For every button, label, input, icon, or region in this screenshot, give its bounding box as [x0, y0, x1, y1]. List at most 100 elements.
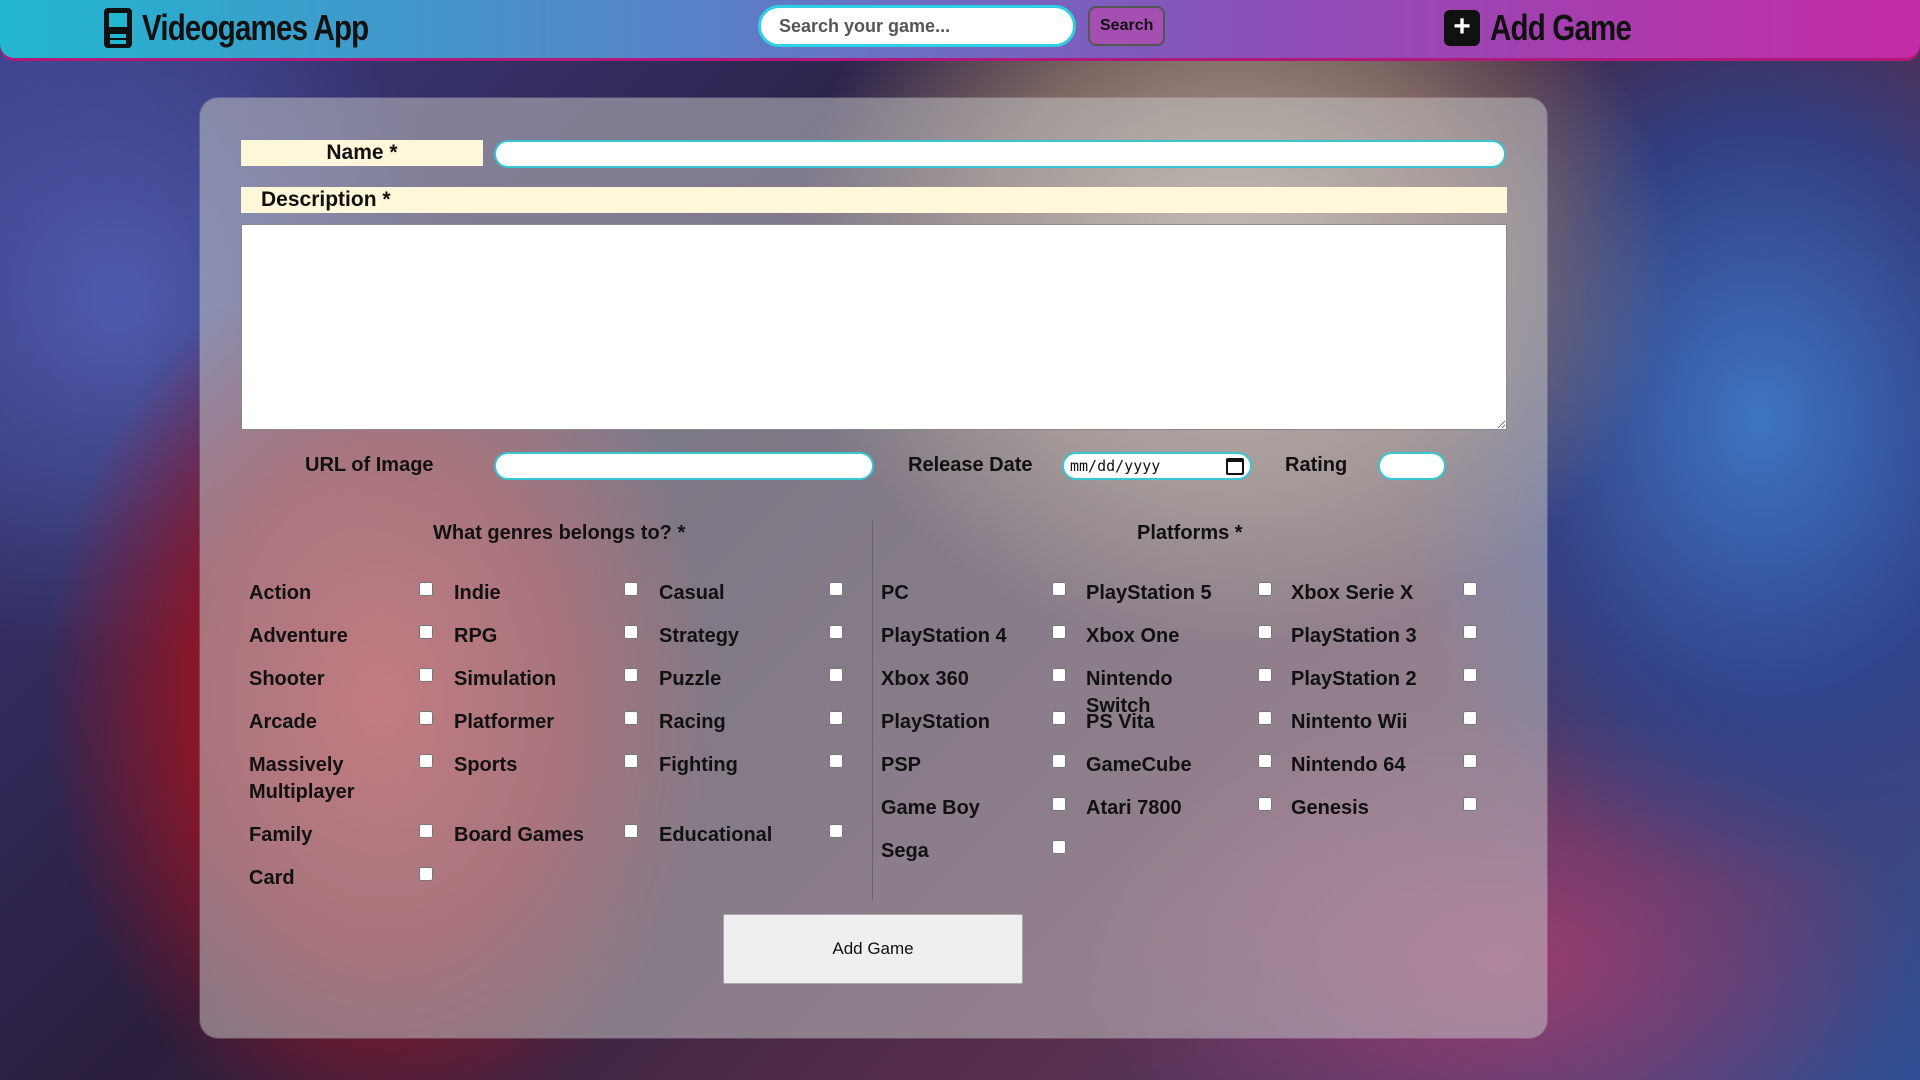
platform-checkbox[interactable] [1258, 754, 1272, 768]
date-placeholder: mm/dd/yyyy [1070, 457, 1161, 475]
url-image-input[interactable] [494, 452, 874, 480]
section-divider [872, 520, 873, 900]
genre-label: Adventure [249, 625, 348, 647]
genre-checkbox[interactable] [419, 824, 433, 838]
genre-checkbox[interactable] [624, 625, 638, 639]
platform-checkbox[interactable] [1258, 711, 1272, 725]
genre-checkbox[interactable] [624, 582, 638, 596]
platform-checkbox[interactable] [1052, 797, 1066, 811]
release-date-label: Release Date [908, 454, 1033, 476]
genre-checkbox[interactable] [829, 668, 843, 682]
genre-checkbox[interactable] [829, 824, 843, 838]
platform-checkbox[interactable] [1052, 668, 1066, 682]
platform-checkbox[interactable] [1463, 582, 1477, 596]
genre-label: Sports [454, 754, 518, 776]
genre-label: Strategy [659, 625, 740, 647]
platform-label: PlayStation 5 [1086, 582, 1212, 604]
add-game-nav-label[interactable]: Add Game [1490, 7, 1632, 49]
genre-checkbox[interactable] [419, 625, 433, 639]
genre-label: Indie [454, 582, 501, 604]
genre-label: Casual [659, 582, 725, 604]
genre-checkbox[interactable] [419, 711, 433, 725]
platform-checkbox[interactable] [1052, 582, 1066, 596]
platform-label: Atari 7800 [1086, 797, 1182, 819]
genre-label: Massively Multiplayer [249, 754, 355, 803]
genre-label: Board Games [454, 824, 585, 846]
genre-checkbox[interactable] [624, 824, 638, 838]
platform-checkbox[interactable] [1463, 797, 1477, 811]
genres-title: What genres belongs to? * [433, 522, 686, 544]
add-game-submit-button[interactable]: Add Game [723, 914, 1023, 984]
platform-checkbox[interactable] [1052, 840, 1066, 854]
genre-label: Shooter [249, 668, 325, 690]
platform-label: PlayStation [881, 711, 990, 733]
platform-label: Xbox 360 [881, 668, 969, 690]
genre-checkbox[interactable] [829, 711, 843, 725]
genre-label: Simulation [454, 668, 557, 690]
platform-label: Xbox Serie X [1291, 582, 1414, 604]
genre-checkbox[interactable] [419, 582, 433, 596]
brand[interactable]: Videogames App [104, 4, 418, 52]
genre-checkbox[interactable] [419, 754, 433, 768]
platform-checkbox[interactable] [1463, 711, 1477, 725]
navbar: Videogames App Search + Add Game [0, 0, 1920, 58]
platform-checkbox[interactable] [1258, 797, 1272, 811]
genre-label: Family [249, 824, 313, 846]
genre-label: Arcade [249, 711, 317, 733]
plus-icon: + [1444, 10, 1480, 46]
genre-label: Educational [659, 824, 773, 846]
genre-checkbox[interactable] [419, 668, 433, 682]
platform-checkbox[interactable] [1463, 754, 1477, 768]
release-date-input[interactable]: mm/dd/yyyy [1062, 452, 1252, 480]
brand-title[interactable]: Videogames App [142, 7, 369, 49]
calendar-icon[interactable] [1226, 458, 1244, 475]
rating-input[interactable] [1378, 452, 1446, 480]
add-game-nav-link[interactable]: + Add Game [1444, 4, 1662, 52]
name-label: Name * [241, 140, 483, 166]
platform-label: PSP [881, 754, 922, 776]
platform-checkbox[interactable] [1463, 625, 1477, 639]
genre-checkbox[interactable] [419, 867, 433, 881]
genre-label: Platformer [454, 711, 555, 733]
platform-label: Sega [881, 840, 929, 862]
platform-checkbox[interactable] [1052, 625, 1066, 639]
platform-label: PlayStation 2 [1291, 668, 1417, 690]
platform-checkbox[interactable] [1052, 754, 1066, 768]
genre-label: Action [249, 582, 312, 604]
platforms-title: Platforms * [1137, 522, 1243, 544]
genre-label: Card [249, 867, 295, 889]
genre-checkbox[interactable] [829, 582, 843, 596]
platform-checkbox[interactable] [1052, 711, 1066, 725]
platform-label: Nintento Wii [1291, 711, 1408, 733]
search-button[interactable]: Search [1088, 6, 1166, 46]
search-bar: Search [758, 5, 1166, 47]
genre-checkbox[interactable] [624, 711, 638, 725]
genre-checkbox[interactable] [829, 625, 843, 639]
description-label: Description * [241, 187, 1507, 213]
name-input[interactable] [494, 140, 1506, 168]
platform-checkbox[interactable] [1258, 668, 1272, 682]
url-image-label: URL of Image [305, 454, 434, 476]
platform-checkbox[interactable] [1258, 582, 1272, 596]
platform-label: Nintendo 64 [1291, 754, 1406, 776]
platform-checkbox[interactable] [1463, 668, 1477, 682]
platform-label: GameCube [1086, 754, 1192, 776]
genre-checkbox[interactable] [624, 668, 638, 682]
genre-label: RPG [454, 625, 498, 647]
platform-label: PS Vita [1086, 711, 1155, 733]
genre-checkbox[interactable] [829, 754, 843, 768]
gameboy-icon [104, 8, 132, 48]
genre-checkbox[interactable] [624, 754, 638, 768]
platform-label: Genesis [1291, 797, 1369, 819]
genre-label: Fighting [659, 754, 738, 776]
platform-checkbox[interactable] [1258, 625, 1272, 639]
add-game-form: Name * Description * URL of Image Releas… [200, 98, 1547, 1038]
search-input[interactable] [758, 5, 1076, 47]
genre-label: Racing [659, 711, 726, 733]
genre-label: Puzzle [659, 668, 722, 690]
platform-label: PC [881, 582, 909, 604]
platform-label: Game Boy [881, 797, 980, 819]
platform-label: PlayStation 4 [881, 625, 1007, 647]
description-textarea[interactable] [241, 224, 1507, 430]
platform-label: Xbox One [1086, 625, 1180, 647]
